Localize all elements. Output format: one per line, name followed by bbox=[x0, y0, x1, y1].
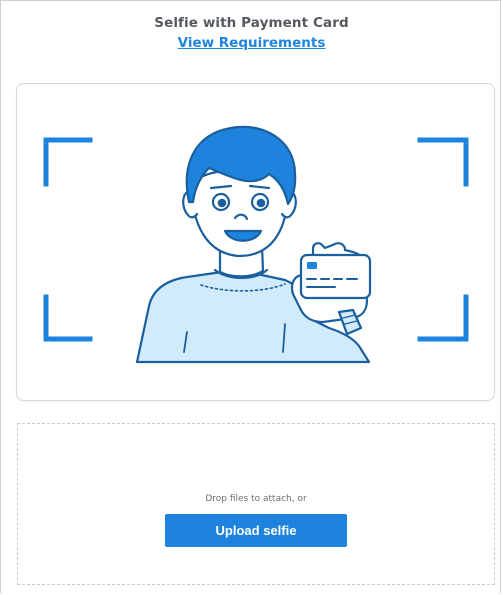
selfie-illustration-card bbox=[16, 83, 495, 401]
payment-card-icon bbox=[299, 253, 372, 300]
corner-top-left-icon bbox=[43, 137, 93, 187]
view-requirements-link[interactable]: View Requirements bbox=[178, 34, 326, 52]
dropzone-hint: Drop files to attach, or bbox=[205, 494, 307, 504]
selfie-with-card-illustration bbox=[43, 125, 469, 364]
face-icon bbox=[190, 168, 289, 258]
corner-top-right-icon bbox=[417, 137, 469, 187]
corner-bottom-left-icon bbox=[43, 294, 93, 342]
upload-selfie-button[interactable]: Upload selfie bbox=[165, 514, 347, 547]
corner-bottom-right-icon bbox=[417, 294, 469, 342]
page-title: Selfie with Payment Card bbox=[154, 15, 349, 31]
header: Selfie with Payment Card View Requiremen… bbox=[0, 14, 503, 52]
upload-dropzone[interactable]: Drop files to attach, or Upload selfie bbox=[17, 423, 495, 585]
person-icon bbox=[135, 125, 372, 364]
